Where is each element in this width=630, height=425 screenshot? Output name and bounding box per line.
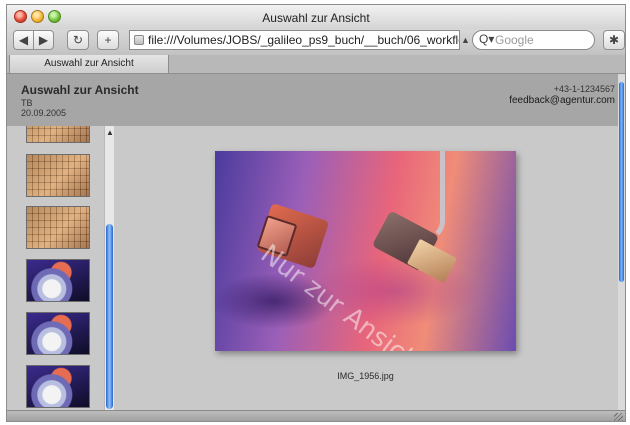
tab-bar: Auswahl zur Ansicht [7, 55, 625, 74]
gallery-date: 20.09.2005 [21, 108, 67, 118]
thumbnail-scroll-thumb[interactable] [106, 224, 113, 409]
forward-button[interactable]: ▶ [33, 30, 54, 50]
search-input[interactable]: Q▾ Google [472, 30, 595, 50]
reload-button[interactable]: ↻ [67, 30, 89, 50]
thumbnail-item[interactable] [26, 154, 90, 197]
add-bookmark-button[interactable]: + [97, 30, 119, 50]
window-title: Auswahl zur Ansicht [262, 11, 370, 25]
address-bar[interactable]: file:///Volumes/JOBS/_galileo_ps9_buch/_… [129, 30, 460, 50]
contact-phone: +43-1-1234567 [553, 84, 615, 94]
thumbnail-strip [7, 126, 107, 410]
thumbnail-item[interactable] [26, 365, 90, 408]
search-placeholder: Google [495, 33, 534, 47]
page-scrollbar[interactable] [618, 74, 625, 410]
title-bar: Auswahl zur Ansicht [7, 5, 625, 29]
page-scroll-thumb[interactable] [619, 82, 624, 282]
bug-report-button[interactable]: ✱ [603, 30, 625, 50]
thumbnail-item[interactable] [26, 126, 90, 143]
reload-icon: ↻ [72, 33, 84, 47]
resize-grip-icon[interactable] [614, 413, 623, 421]
thumbnail-item[interactable] [26, 206, 90, 249]
gallery-header: Auswahl zur Ansicht TB 20.09.2005 +43-1-… [7, 74, 625, 126]
thumbnail-scrollbar[interactable]: ▲ [104, 126, 114, 410]
plus-icon: + [104, 33, 112, 47]
forward-arrow-icon: ▶ [38, 33, 49, 47]
thumbnail-item[interactable] [26, 312, 90, 355]
gallery-photographer: TB [21, 98, 33, 108]
status-bar [7, 410, 625, 421]
main-photo: Nur zur Ansicht! [215, 151, 516, 351]
photo-filename: IMG_1956.jpg [337, 371, 394, 381]
back-arrow-icon: ◀ [18, 33, 29, 47]
page-content: Auswahl zur Ansicht TB 20.09.2005 +43-1-… [7, 74, 625, 410]
back-button[interactable]: ◀ [13, 30, 34, 50]
page-favicon-icon [134, 35, 144, 45]
gallery-title: Auswahl zur Ansicht [21, 83, 139, 97]
browser-window: Auswahl zur Ansicht ◀ ▶ ↻ + file:///Volu… [6, 4, 626, 422]
scroll-up-arrow-icon[interactable]: ▲ [106, 128, 114, 137]
browser-toolbar: ◀ ▶ ↻ + file:///Volumes/JOBS/_galileo_ps… [7, 29, 625, 55]
bug-icon: ✱ [608, 33, 620, 47]
url-text: file:///Volumes/JOBS/_galileo_ps9_buch/_… [148, 33, 460, 47]
url-dropdown-icon[interactable]: ▲ [461, 35, 470, 45]
thumbnail-item[interactable] [26, 259, 90, 302]
contact-email[interactable]: feedback@agentur.com [509, 95, 615, 106]
search-icon[interactable]: Q▾ [479, 32, 494, 46]
tab-auswahl[interactable]: Auswahl zur Ansicht [9, 55, 169, 73]
